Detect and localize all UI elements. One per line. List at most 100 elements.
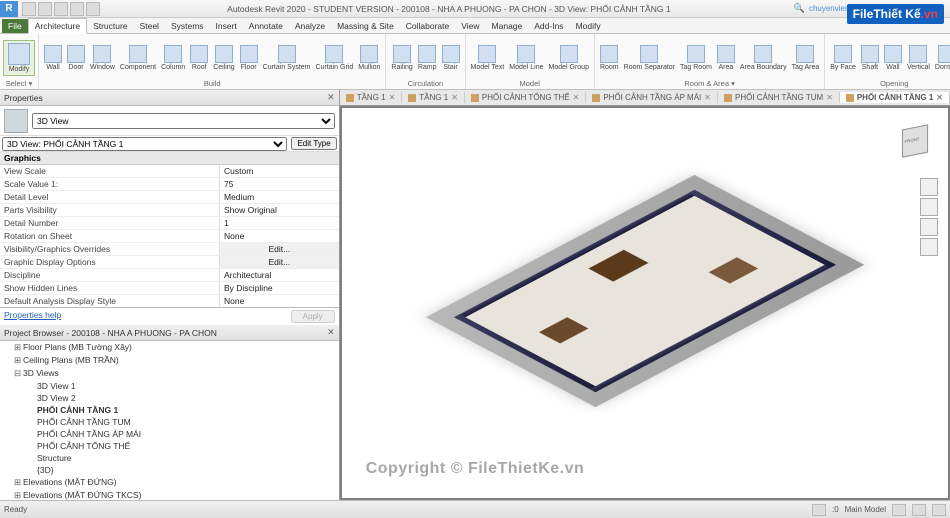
tree-item[interactable]: PHỐI CẢNH TẦNG ÁP MÁI xyxy=(0,428,339,440)
tab-modify[interactable]: Modify xyxy=(570,19,607,33)
tree-item[interactable]: 3D View 2 xyxy=(0,392,339,404)
filter-icon[interactable] xyxy=(892,504,906,516)
column-button[interactable]: Column xyxy=(159,44,187,72)
curtainsystem-button[interactable]: Curtain System xyxy=(261,44,313,72)
type-selector[interactable]: 3D View xyxy=(32,113,335,129)
modelline-button[interactable]: Model Line xyxy=(507,44,545,72)
tab-steel[interactable]: Steel xyxy=(134,19,165,33)
view-tab[interactable]: TẦNG 1✕ xyxy=(402,92,465,103)
prop-category[interactable]: Graphics xyxy=(0,152,339,165)
tree-item[interactable]: 3D View 1 xyxy=(0,380,339,392)
prop-row[interactable]: Default Analysis Display StyleNone xyxy=(0,295,339,308)
edit-type-button[interactable]: Edit Type xyxy=(291,137,336,150)
tree-item[interactable]: PHỐI CẢNH TẦNG TUM xyxy=(0,416,339,428)
tab-annotate[interactable]: Annotate xyxy=(243,19,289,33)
prop-row[interactable]: Rotation on SheetNone xyxy=(0,230,339,243)
roof-button[interactable]: Roof xyxy=(188,44,210,72)
zoom-icon[interactable] xyxy=(920,218,938,236)
modify-button[interactable]: Modify xyxy=(3,40,35,76)
status-icon[interactable] xyxy=(812,504,826,516)
vertical-button[interactable]: Vertical xyxy=(905,44,932,72)
properties-close-icon[interactable]: ✕ xyxy=(327,92,335,103)
view-tab[interactable]: TẦNG 1✕ xyxy=(340,92,403,103)
tab-architecture[interactable]: Architecture xyxy=(28,18,87,34)
ramp-button[interactable]: Ramp xyxy=(416,44,439,72)
prop-row[interactable]: Visibility/Graphics OverridesEdit... xyxy=(0,243,339,256)
apply-button[interactable]: Apply xyxy=(291,310,335,323)
tab-close-icon[interactable]: ✕ xyxy=(704,93,711,102)
wall-button[interactable]: Wall xyxy=(42,44,64,72)
tab-close-icon[interactable]: ✕ xyxy=(573,93,580,102)
browser-close-icon[interactable]: ✕ xyxy=(327,327,335,338)
tab-structure[interactable]: Structure xyxy=(87,19,134,33)
tree-item[interactable]: ⊞Elevations (MẶT ĐỨNG TKCS) xyxy=(0,489,339,500)
qat-print-icon[interactable] xyxy=(86,2,100,16)
tree-item[interactable]: Structure xyxy=(0,452,339,464)
door-button[interactable]: Door xyxy=(65,44,87,72)
select-pinned-icon[interactable] xyxy=(932,504,946,516)
wall-button[interactable]: Wall xyxy=(882,44,904,72)
tab-close-icon[interactable]: ✕ xyxy=(451,93,458,102)
tab-insert[interactable]: Insert xyxy=(210,19,243,33)
tab-close-icon[interactable]: ✕ xyxy=(826,93,833,102)
prop-row[interactable]: Parts VisibilityShow Original xyxy=(0,204,339,217)
orbit-icon[interactable] xyxy=(920,238,938,256)
mullion-button[interactable]: Mullion xyxy=(356,44,382,72)
view-tab[interactable]: PHỐI CẢNH TỔNG THỂ✕ xyxy=(465,92,586,103)
areaboundary-button[interactable]: Area Boundary xyxy=(738,44,789,72)
prop-row[interactable]: Show Hidden LinesBy Discipline xyxy=(0,282,339,295)
dormer-button[interactable]: Dormer xyxy=(933,44,950,72)
component-button[interactable]: Component xyxy=(118,44,158,72)
prop-row[interactable]: DisciplineArchitectural xyxy=(0,269,339,282)
tab-collaborate[interactable]: Collaborate xyxy=(400,19,455,33)
curtaingrid-button[interactable]: Curtain Grid xyxy=(314,44,356,72)
tree-item[interactable]: ⊞Floor Plans (MB Tường Xây) xyxy=(0,341,339,354)
tab-close-icon[interactable]: ✕ xyxy=(936,93,943,102)
steering-wheel-icon[interactable] xyxy=(920,178,938,196)
modeltext-button[interactable]: Model Text xyxy=(469,44,507,72)
pan-icon[interactable] xyxy=(920,198,938,216)
select-links-icon[interactable] xyxy=(912,504,926,516)
stair-button[interactable]: Stair xyxy=(440,44,462,72)
main-model-selector[interactable]: Main Model xyxy=(845,505,886,514)
view-tab[interactable]: PHỐI CẢNH TẦNG TUM✕ xyxy=(718,92,840,103)
floor-button[interactable]: Floor xyxy=(238,44,260,72)
room-button[interactable]: Room xyxy=(598,44,621,72)
tab-close-icon[interactable]: ✕ xyxy=(389,93,396,102)
tab-systems[interactable]: Systems xyxy=(165,19,210,33)
tab-view[interactable]: View xyxy=(455,19,485,33)
tagarea-button[interactable]: Tag Area xyxy=(790,44,822,72)
prop-row[interactable]: Scale Value 1:75 xyxy=(0,178,339,191)
tree-item[interactable]: PHỐI CẢNH TỔNG THỂ xyxy=(0,440,339,452)
qat-undo-icon[interactable] xyxy=(54,2,68,16)
tree-item[interactable]: {3D} xyxy=(0,464,339,476)
viewcube[interactable] xyxy=(890,116,940,166)
roomseparator-button[interactable]: Room Separator xyxy=(622,44,677,72)
shaft-button[interactable]: Shaft xyxy=(859,44,881,72)
3d-canvas[interactable] xyxy=(342,108,948,498)
window-button[interactable]: Window xyxy=(88,44,117,72)
area-button[interactable]: Area xyxy=(715,44,737,72)
properties-help-link[interactable]: Properties help xyxy=(4,310,61,323)
prop-row[interactable]: View ScaleCustom xyxy=(0,165,339,178)
prop-row[interactable]: Detail Number1 xyxy=(0,217,339,230)
qat-save-icon[interactable] xyxy=(38,2,52,16)
view-tab[interactable]: PHỐI CẢNH TẦNG 1✕ xyxy=(840,92,950,103)
search-icon[interactable]: 🔍 xyxy=(794,3,805,14)
railing-button[interactable]: Railing xyxy=(389,44,414,72)
tab-file[interactable]: File xyxy=(2,19,28,33)
tab-manage[interactable]: Manage xyxy=(486,19,529,33)
project-browser[interactable]: ⊞Floor Plans (MB Tường Xây)⊞Ceiling Plan… xyxy=(0,341,339,500)
qat-redo-icon[interactable] xyxy=(70,2,84,16)
prop-row[interactable]: Detail LevelMedium xyxy=(0,191,339,204)
tagroom-button[interactable]: Tag Room xyxy=(678,44,714,72)
modelgroup-button[interactable]: Model Group xyxy=(547,44,591,72)
byface-button[interactable]: By Face xyxy=(828,44,858,72)
prop-row[interactable]: Graphic Display OptionsEdit... xyxy=(0,256,339,269)
tree-item[interactable]: PHỐI CẢNH TẦNG 1 xyxy=(0,404,339,416)
tab-addins[interactable]: Add-Ins xyxy=(528,19,569,33)
tree-item[interactable]: ⊟3D Views xyxy=(0,367,339,380)
qat-open-icon[interactable] xyxy=(22,2,36,16)
tab-analyze[interactable]: Analyze xyxy=(289,19,331,33)
tree-item[interactable]: ⊞Ceiling Plans (MB TRẦN) xyxy=(0,354,339,367)
